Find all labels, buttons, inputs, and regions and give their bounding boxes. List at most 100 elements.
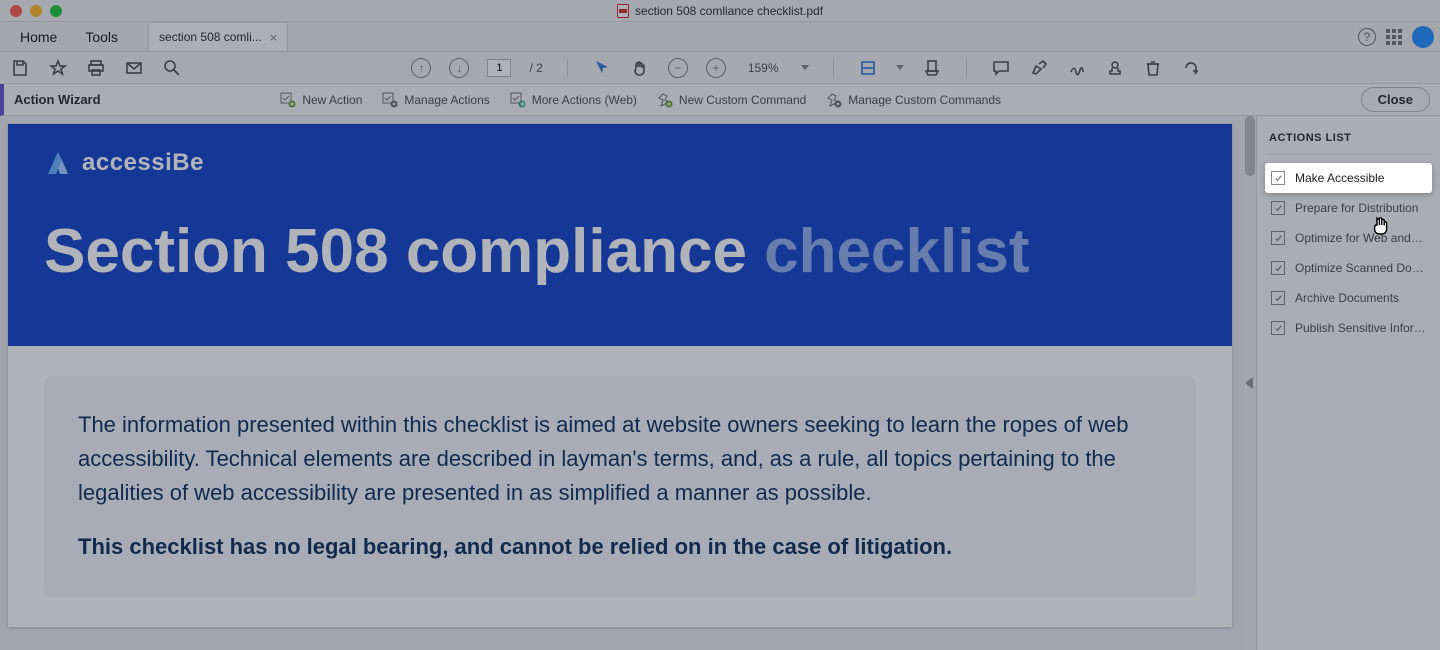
minimize-window-icon[interactable] [30,5,42,17]
help-icon[interactable]: ? [1358,28,1376,46]
page-title-light: checklist [747,217,1030,286]
more-actions-icon [510,92,526,108]
rotate-icon[interactable] [1181,58,1201,78]
action-item-label: Optimize for Web and M… [1295,231,1426,245]
checklist-icon [1271,321,1285,335]
pdf-file-icon [617,4,629,18]
read-mode-icon[interactable] [922,58,942,78]
more-actions-button[interactable]: More Actions (Web) [510,92,637,108]
action-item-make-accessible[interactable]: Make Accessible [1265,163,1432,193]
accessibe-logo-icon [44,148,72,178]
scrollbar-thumb[interactable] [1245,116,1255,176]
action-item-optimize-web[interactable]: Optimize for Web and M… [1265,223,1432,253]
manage-custom-commands-icon [826,92,842,108]
new-custom-command-icon [657,92,673,108]
titlebar: section 508 comliance checklist.pdf [0,0,1440,22]
save-icon[interactable] [10,58,30,78]
work-area: accessiBe Section 508 compliance checkli… [0,116,1440,650]
window-title: section 508 comliance checklist.pdf [617,4,823,18]
page-down-icon[interactable]: ↓ [449,58,469,78]
search-icon[interactable] [162,58,182,78]
new-custom-command-label: New Custom Command [679,93,806,107]
page-total-label: / 2 [529,61,542,75]
intro-paragraph: The information presented within this ch… [78,408,1162,510]
document-tab-label: section 508 comli... [159,30,262,44]
zoom-in-icon[interactable]: + [706,58,726,78]
maximize-window-icon[interactable] [50,5,62,17]
action-item-label: Optimize Scanned Docu… [1295,261,1426,275]
action-item-optimize-scanned[interactable]: Optimize Scanned Docu… [1265,253,1432,283]
action-item-label: Publish Sensitive Informa… [1295,321,1426,335]
window-title-text: section 508 comliance checklist.pdf [635,4,823,18]
main-toolbar: ↑ ↓ / 2 − + 159% [0,52,1440,84]
new-custom-command-button[interactable]: New Custom Command [657,92,806,108]
action-item-publish-sensitive[interactable]: Publish Sensitive Informa… [1265,313,1432,343]
manage-actions-button[interactable]: Manage Actions [382,92,489,108]
action-item-archive[interactable]: Archive Documents [1265,283,1432,313]
checklist-icon [1271,201,1285,215]
new-action-label: New Action [302,93,362,107]
action-item-label: Prepare for Distribution [1295,201,1418,215]
zoom-level: 159% [744,61,783,75]
highlight-icon[interactable] [1029,58,1049,78]
action-wizard-title: Action Wizard [14,92,101,107]
actions-list-title: ACTIONS LIST [1265,128,1432,155]
action-item-label: Archive Documents [1295,291,1399,305]
apps-grid-icon[interactable] [1386,29,1402,45]
close-tab-icon[interactable]: × [270,30,278,45]
toolbar-separator [833,58,834,78]
window-controls [0,5,62,17]
toolbar-separator [567,58,568,78]
document-tab[interactable]: section 508 comli... × [148,22,288,51]
signature-icon[interactable] [1067,58,1087,78]
page-body: The information presented within this ch… [44,376,1196,596]
action-item-prepare-distribution[interactable]: Prepare for Distribution [1265,193,1432,223]
manage-actions-icon [382,92,398,108]
print-icon[interactable] [86,58,106,78]
app-window: section 508 comliance checklist.pdf Home… [0,0,1440,650]
page-title-strong: Section 508 compliance [44,217,747,286]
page-number-input[interactable] [487,59,511,77]
action-wizard-bar: Action Wizard New Action Manage Actions … [0,84,1440,116]
manage-custom-commands-label: Manage Custom Commands [848,93,1001,107]
zoom-out-icon[interactable]: − [668,58,688,78]
close-wizard-button[interactable]: Close [1361,87,1430,112]
comment-icon[interactable] [991,58,1011,78]
brand-logo: accessiBe [44,148,1196,178]
zoom-dropdown-icon[interactable] [801,65,809,70]
page-up-icon[interactable]: ↑ [411,58,431,78]
page-body-wrap: The information presented within this ch… [8,346,1232,626]
actions-panel: ACTIONS LIST Make Accessible Prepare for… [1256,116,1440,650]
fit-width-icon[interactable] [858,58,878,78]
document-viewport[interactable]: accessiBe Section 508 compliance checkli… [0,116,1256,650]
delete-icon[interactable] [1143,58,1163,78]
checklist-icon [1271,291,1285,305]
checklist-icon [1271,171,1285,185]
toolbar-separator [966,58,967,78]
checklist-icon [1271,261,1285,275]
close-window-icon[interactable] [10,5,22,17]
selection-tool-icon[interactable] [592,58,612,78]
more-actions-label: More Actions (Web) [532,93,637,107]
new-action-icon [280,92,296,108]
email-icon[interactable] [124,58,144,78]
star-icon[interactable] [48,58,68,78]
page-title: Section 508 compliance checklist [44,218,1196,286]
user-avatar[interactable] [1412,26,1434,48]
pdf-page: accessiBe Section 508 compliance checkli… [8,124,1232,627]
action-item-label: Make Accessible [1295,171,1384,185]
fit-dropdown-icon[interactable] [896,65,904,70]
hand-tool-icon[interactable] [630,58,650,78]
home-tab[interactable]: Home [6,22,71,51]
manage-actions-label: Manage Actions [404,93,489,107]
manage-custom-commands-button[interactable]: Manage Custom Commands [826,92,1001,108]
brand-name: accessiBe [82,149,204,177]
disclaimer-paragraph: This checklist has no legal bearing, and… [78,530,1162,564]
stamp-icon[interactable] [1105,58,1125,78]
page-header: accessiBe Section 508 compliance checkli… [8,124,1232,346]
new-action-button[interactable]: New Action [280,92,362,108]
checklist-icon [1271,231,1285,245]
right-panel-toggle-icon[interactable] [1245,377,1253,389]
tools-tab[interactable]: Tools [71,22,132,51]
tab-bar: Home Tools section 508 comli... × ? [0,22,1440,52]
